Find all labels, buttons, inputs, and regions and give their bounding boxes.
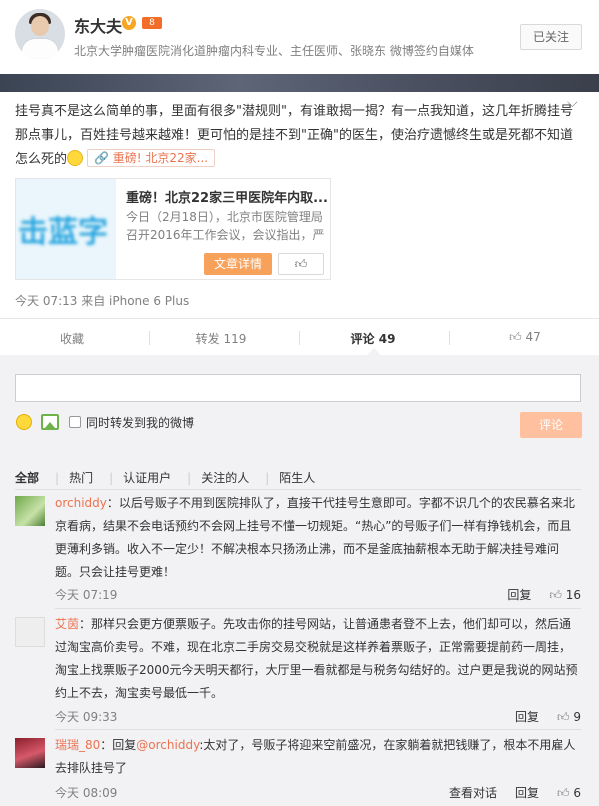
tongue-emoji-icon [67, 150, 84, 166]
reply-button[interactable]: 回复 [507, 588, 531, 602]
cover-banner [0, 74, 599, 92]
like-count: 9 [573, 710, 581, 724]
article-detail-button[interactable]: 文章详情 [204, 253, 272, 275]
like-button[interactable]: 👍︎ 47 [500, 330, 550, 345]
comment-time: 今天 09:33 [55, 710, 118, 724]
repost-checkbox[interactable] [69, 416, 81, 428]
avatar[interactable] [15, 496, 45, 526]
verified-badge-icon: V [122, 16, 136, 30]
repost-checkbox-label: 同时转发到我的微博 [86, 416, 195, 430]
comment-filters: 全部 | 热门 | 认证用户 | 关注的人 | 陌生人 [15, 469, 331, 486]
comment-ops: 查看对话 回复 👍︎ 6 [449, 784, 581, 801]
thumbs-up-icon[interactable]: 👍︎ [278, 253, 324, 275]
filter-sep: | [109, 471, 114, 485]
comment-text: orchiddy：以后号贩子不用到医院排队了，直接干代挂号生意即可。字都不识几个… [55, 492, 581, 584]
mention-link[interactable]: @orchiddy [136, 738, 199, 752]
commenter-name[interactable]: 瑞瑞_80 [55, 738, 100, 752]
comment-time: 今天 08:09 [55, 786, 118, 800]
post-text: 挂号真不是这么简单的事，里面有很多"潜规则"，有谁敢揭一揭？有一点我知道，这几年… [15, 100, 581, 172]
image-upload-icon[interactable] [41, 414, 59, 430]
follow-button[interactable]: 已关注 [520, 24, 582, 50]
reply-prefix: ：回复 [100, 738, 137, 752]
favorite-button[interactable]: 收藏 [50, 330, 94, 347]
commenter-name[interactable]: orchiddy [55, 496, 107, 510]
divider [55, 608, 581, 609]
post-meta: 今天 07:13 来自 iPhone 6 Plus [15, 294, 190, 308]
like-count: 16 [565, 588, 581, 602]
article-title[interactable]: 重磅！北京22家三甲医院年内取... [126, 187, 328, 206]
commenter-name[interactable]: 艾茵 [55, 617, 79, 631]
comment-ops: 回复 👍︎ 9 [515, 708, 581, 725]
divider [55, 729, 581, 730]
comment-body: ：那样只会更方便票贩子。先攻击你的挂号网站，让普通患者登不上去，他们却可以，然后… [55, 617, 578, 700]
comment-item: orchiddy：以后号贩子不用到医院排队了，直接干代挂号生意即可。字都不识几个… [15, 496, 581, 612]
repost-button[interactable]: 转发 119 [186, 330, 256, 347]
filter-strangers[interactable]: 陌生人 [279, 469, 315, 486]
author-avatar[interactable] [15, 9, 65, 59]
like-button[interactable]: 👍︎ 6 [557, 786, 581, 800]
post-actions: 收藏 转发 119 评论 49 👍︎ 47 [0, 319, 599, 355]
thumbnail-text: 击蓝字 [18, 215, 108, 250]
reply-button[interactable]: 回复 [515, 710, 539, 724]
comment-text: 瑞瑞_80：回复@orchiddy:太对了，号贩子将迎来空前盛况，在家躺着就把钱… [55, 734, 581, 780]
avatar[interactable] [15, 738, 45, 768]
comment-ops: 回复 👍︎ 16 [507, 586, 581, 603]
submit-comment-button[interactable]: 评论 [520, 412, 582, 438]
like-button[interactable]: 👍︎ 9 [557, 710, 581, 724]
comment-button[interactable]: 评论 49 [338, 330, 408, 347]
article-desc-line2: 召开2016年工作会议，会议指出，严 [126, 228, 325, 242]
article-link-label: 重磅! 北京22家... [112, 151, 209, 165]
author-description: 北京大学肿瘤医院消化道肿瘤内科专业、主任医师、张晓东 微博签约自媒体 [74, 44, 474, 58]
divider [15, 489, 581, 490]
like-count: 6 [573, 786, 581, 800]
filter-sep: | [55, 471, 60, 485]
comment-item: 瑞瑞_80：回复@orchiddy:太对了，号贩子将迎来空前盛况，在家躺着就把钱… [15, 738, 581, 806]
comment-time: 今天 07:19 [55, 588, 118, 602]
profile-header [0, 0, 599, 74]
comment-item: 艾茵：那样只会更方便票贩子。先攻击你的挂号网站，让普通患者登不上去，他们却可以，… [15, 617, 581, 733]
article-card[interactable]: 击蓝字 重磅！北京22家三甲医院年内取... 今日（2月18日），北京市医院管理… [15, 178, 331, 280]
emoji-picker-icon[interactable] [16, 414, 32, 430]
like-count: 47 [525, 330, 541, 344]
filter-hot[interactable]: 热门 [69, 469, 93, 486]
comment-body: ：以后号贩子不用到医院排队了，直接干代挂号生意即可。字都不识几个的农民慕名来北京… [55, 496, 575, 579]
filter-following[interactable]: 关注的人 [201, 469, 249, 486]
panel-pointer [367, 348, 381, 355]
author-name[interactable]: 东大夫 [74, 13, 122, 37]
comment-input[interactable] [15, 374, 581, 402]
thumbs-up-icon: 👍︎ [509, 330, 526, 344]
like-button[interactable]: 👍︎ 16 [549, 588, 581, 602]
filter-verified[interactable]: 认证用户 [123, 469, 171, 486]
vip-level: 8 [149, 18, 155, 28]
article-thumbnail: 击蓝字 [16, 179, 116, 279]
view-dialog-button[interactable]: 查看对话 [449, 786, 497, 800]
filter-all[interactable]: 全部 [15, 469, 39, 486]
avatar[interactable] [15, 617, 45, 647]
comment-text: 艾茵：那样只会更方便票贩子。先攻击你的挂号网站，让普通患者登不上去，他们却可以，… [55, 613, 581, 705]
vip-badge-icon: 8 [142, 17, 162, 29]
article-link-chip[interactable]: 🔗 重磅! 北京22家... [87, 149, 216, 167]
filter-sep: | [265, 471, 270, 485]
reply-button[interactable]: 回复 [515, 786, 539, 800]
filter-sep: | [187, 471, 192, 485]
